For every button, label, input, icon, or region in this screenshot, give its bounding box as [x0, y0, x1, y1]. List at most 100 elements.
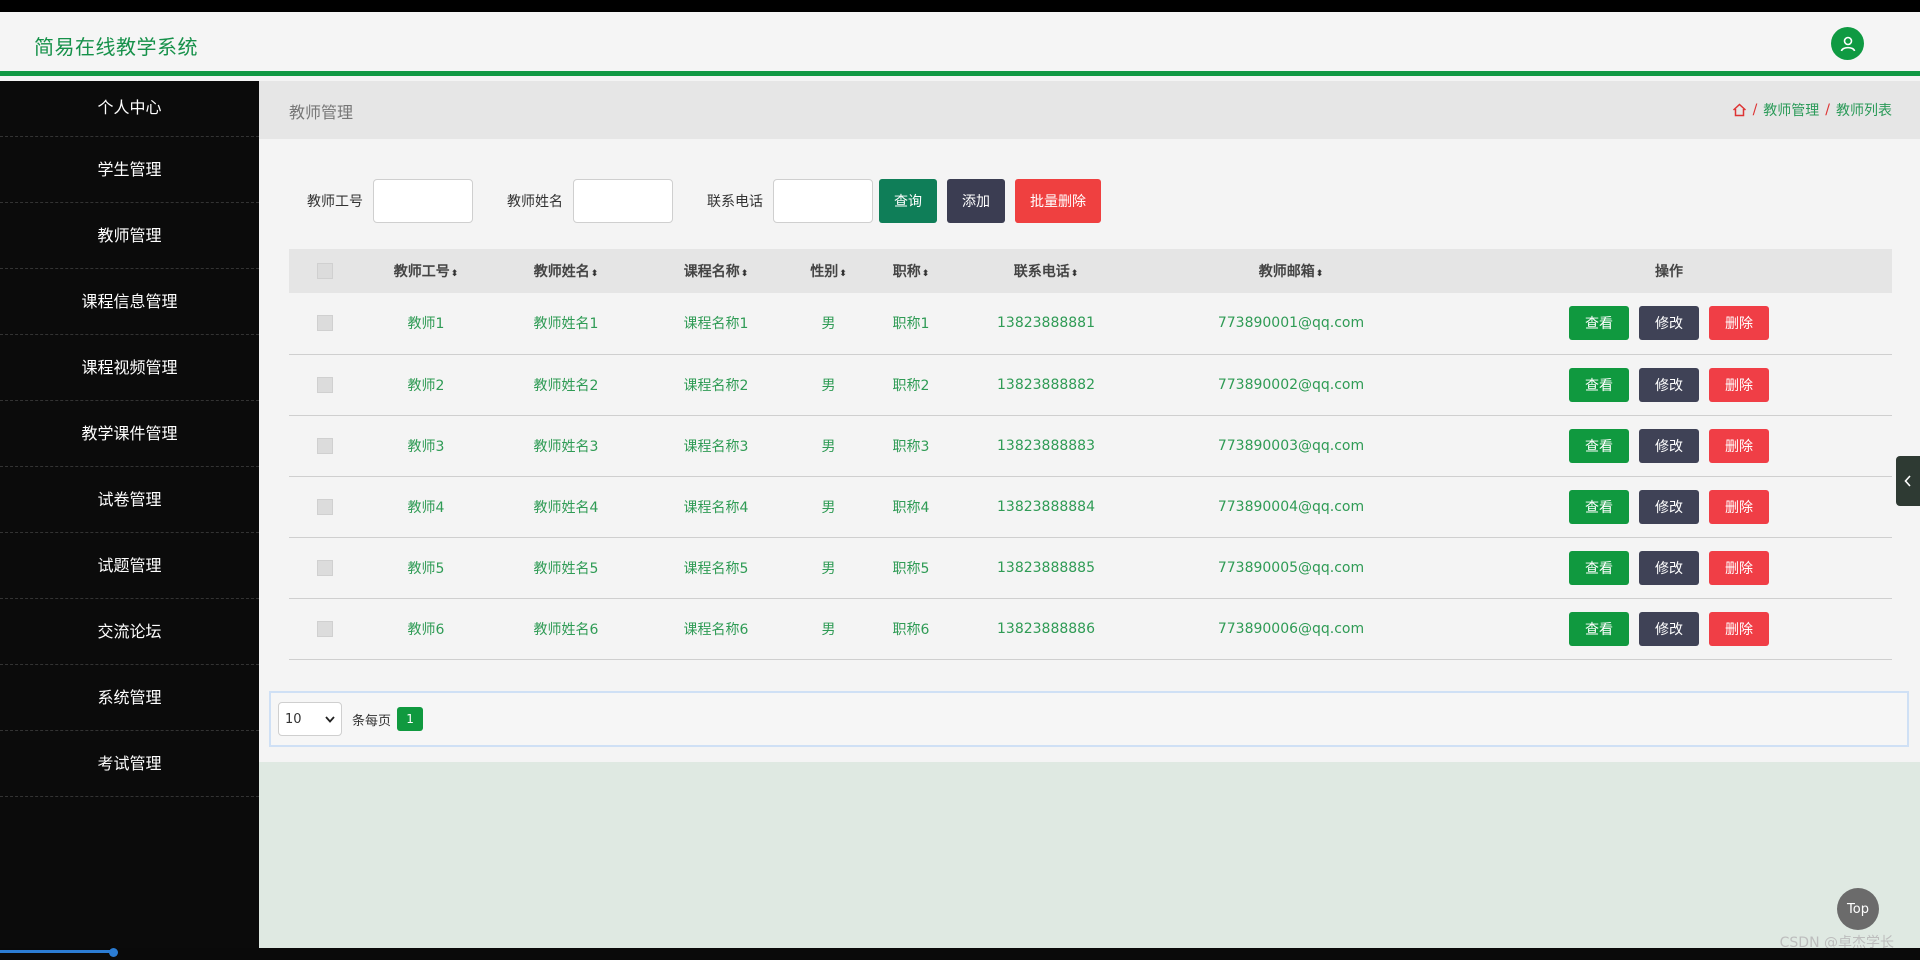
page-size-value: 10 [285, 711, 302, 727]
teacher-name-cell: 教师姓名4 [533, 499, 599, 516]
add-button[interactable]: 添加 [947, 179, 1005, 223]
title-bar: 教师管理 / 教师管理 / 教师列表 [259, 81, 1920, 139]
col-header-phone[interactable]: 联系电话⬍ [956, 249, 1136, 293]
email-cell: 773890005@qq.com [1217, 559, 1365, 576]
col-header-teacher-name[interactable]: 教师姓名⬍ [491, 249, 641, 293]
teacher-id-cell: 教师1 [407, 316, 445, 333]
sidebar-item-personal-center[interactable]: 个人中心 [0, 81, 259, 137]
sidebar-item-courseware[interactable]: 教学课件管理 [0, 401, 259, 467]
course-name-cell: 课程名称4 [683, 499, 749, 516]
sidebar-item-exam-papers[interactable]: 试卷管理 [0, 467, 259, 533]
col-header-title[interactable]: 职称⬍ [866, 249, 956, 293]
edit-button[interactable]: 修改 [1639, 367, 1699, 402]
row-select-cell [289, 537, 361, 598]
edit-button[interactable]: 修改 [1639, 611, 1699, 646]
teacher-id-input[interactable] [373, 179, 473, 223]
sidebar-item-teacher-management[interactable]: 教师管理 [0, 203, 259, 269]
user-avatar-button[interactable] [1831, 27, 1864, 60]
query-button[interactable]: 查询 [879, 179, 937, 223]
edit-button[interactable]: 修改 [1639, 550, 1699, 585]
row-checkbox[interactable] [317, 620, 333, 637]
course-name-cell: 课程名称3 [683, 438, 749, 455]
view-button[interactable]: 查看 [1569, 611, 1629, 646]
teacher-name-cell: 教师姓名5 [533, 560, 599, 577]
sort-icon: ⬍ [450, 269, 459, 279]
row-checkbox[interactable] [317, 376, 333, 393]
row-select-cell [289, 354, 361, 415]
actions-cell: 查看 修改 删除 [1446, 476, 1892, 537]
breadcrumb-teacher-management[interactable]: 教师管理 [1763, 100, 1819, 120]
sidebar-item-student-management[interactable]: 学生管理 [0, 137, 259, 203]
row-checkbox[interactable] [317, 437, 333, 454]
row-select-cell [289, 293, 361, 354]
teacher-id-label: 教师工号 [307, 194, 363, 210]
title-cell: 职称5 [892, 560, 930, 577]
phone-label: 联系电话 [707, 194, 763, 210]
sidebar-item-forum[interactable]: 交流论坛 [0, 599, 259, 665]
main-content: 教师管理 / 教师管理 / 教师列表 教师工号 教师姓名 联系电话 查询 添加 … [259, 81, 1920, 948]
title-cell: 职称3 [892, 438, 930, 455]
table-row: 教师2 教师姓名2 课程名称2 男 职称2 13823888882 773890002@qq… [289, 354, 1892, 415]
col-header-course-name[interactable]: 课程名称⬍ [641, 249, 791, 293]
course-name-cell: 课程名称5 [683, 560, 749, 577]
sidebar-item-exam-management[interactable]: 考试管理 [0, 731, 259, 797]
actions-cell: 查看 修改 删除 [1446, 537, 1892, 598]
teacher-id-cell: 教师6 [407, 621, 445, 638]
home-icon[interactable] [1732, 103, 1747, 117]
back-to-top-button[interactable]: Top [1837, 888, 1879, 930]
view-button[interactable]: 查看 [1569, 306, 1629, 341]
sidebar-item-system[interactable]: 系统管理 [0, 665, 259, 731]
view-button[interactable]: 查看 [1569, 428, 1629, 463]
email-cell: 773890001@qq.com [1217, 315, 1365, 332]
delete-button[interactable]: 删除 [1709, 428, 1769, 463]
sidebar-item-course-video[interactable]: 课程视频管理 [0, 335, 259, 401]
view-button[interactable]: 查看 [1569, 367, 1629, 402]
edit-button[interactable]: 修改 [1639, 489, 1699, 524]
edit-button[interactable]: 修改 [1639, 428, 1699, 463]
table-row: 教师3 教师姓名3 课程名称3 男 职称3 13823888883 773890003@qq… [289, 415, 1892, 476]
teacher-name-label: 教师姓名 [507, 194, 563, 210]
delete-button[interactable]: 删除 [1709, 550, 1769, 585]
sort-icon: ⬍ [1070, 269, 1079, 279]
watermark: CSDN @卓杰学长 [1779, 935, 1894, 948]
sidebar-item-questions[interactable]: 试题管理 [0, 533, 259, 599]
delete-button[interactable]: 删除 [1709, 611, 1769, 646]
teacher-name-input[interactable] [573, 179, 673, 223]
email-cell: 773890004@qq.com [1217, 498, 1365, 515]
video-progress-handle[interactable] [109, 948, 118, 957]
select-all-header [289, 249, 361, 293]
actions-cell: 查看 修改 删除 [1446, 354, 1892, 415]
batch-delete-button[interactable]: 批量删除 [1015, 179, 1101, 223]
collapse-panel-button[interactable] [1896, 456, 1920, 506]
delete-button[interactable]: 删除 [1709, 306, 1769, 341]
phone-cell: 13823888882 [997, 376, 1095, 393]
breadcrumb-teacher-list: 教师列表 [1836, 103, 1892, 119]
row-checkbox[interactable] [317, 315, 333, 332]
phone-cell: 13823888884 [997, 498, 1095, 515]
table-row: 教师1 教师姓名1 课程名称1 男 职称1 13823888881 773890001@qq… [289, 293, 1892, 354]
sidebar-item-course-info[interactable]: 课程信息管理 [0, 269, 259, 335]
delete-button[interactable]: 删除 [1709, 367, 1769, 402]
teacher-name-cell: 教师姓名2 [533, 377, 599, 394]
pagination: 10 条每页 1 [269, 691, 1909, 747]
select-all-checkbox[interactable] [317, 263, 333, 279]
row-checkbox[interactable] [317, 498, 333, 515]
view-button[interactable]: 查看 [1569, 489, 1629, 524]
col-header-teacher-id[interactable]: 教师工号⬍ [361, 249, 491, 293]
gender-cell: 男 [821, 377, 836, 394]
row-select-cell [289, 476, 361, 537]
page-number-button[interactable]: 1 [397, 707, 424, 731]
page-size-select[interactable]: 10 [278, 702, 342, 736]
row-checkbox[interactable] [317, 559, 333, 576]
view-button[interactable]: 查看 [1569, 550, 1629, 585]
teacher-id-cell: 教师2 [407, 377, 445, 394]
table-row: 教师5 教师姓名5 课程名称5 男 职称5 13823888885 773890005@qq… [289, 537, 1892, 598]
delete-button[interactable]: 删除 [1709, 489, 1769, 524]
video-progress-bar[interactable] [0, 950, 115, 953]
teacher-table: 教师工号⬍ 教师姓名⬍ 课程名称⬍ 性别⬍ 职称⬍ 联系电话⬍ 教师邮箱⬍ 操作… [289, 249, 1892, 660]
edit-button[interactable]: 修改 [1639, 306, 1699, 341]
bottom-strip [0, 948, 1920, 960]
col-header-email[interactable]: 教师邮箱⬍ [1136, 249, 1446, 293]
phone-input[interactable] [773, 179, 873, 223]
col-header-gender[interactable]: 性别⬍ [791, 249, 866, 293]
